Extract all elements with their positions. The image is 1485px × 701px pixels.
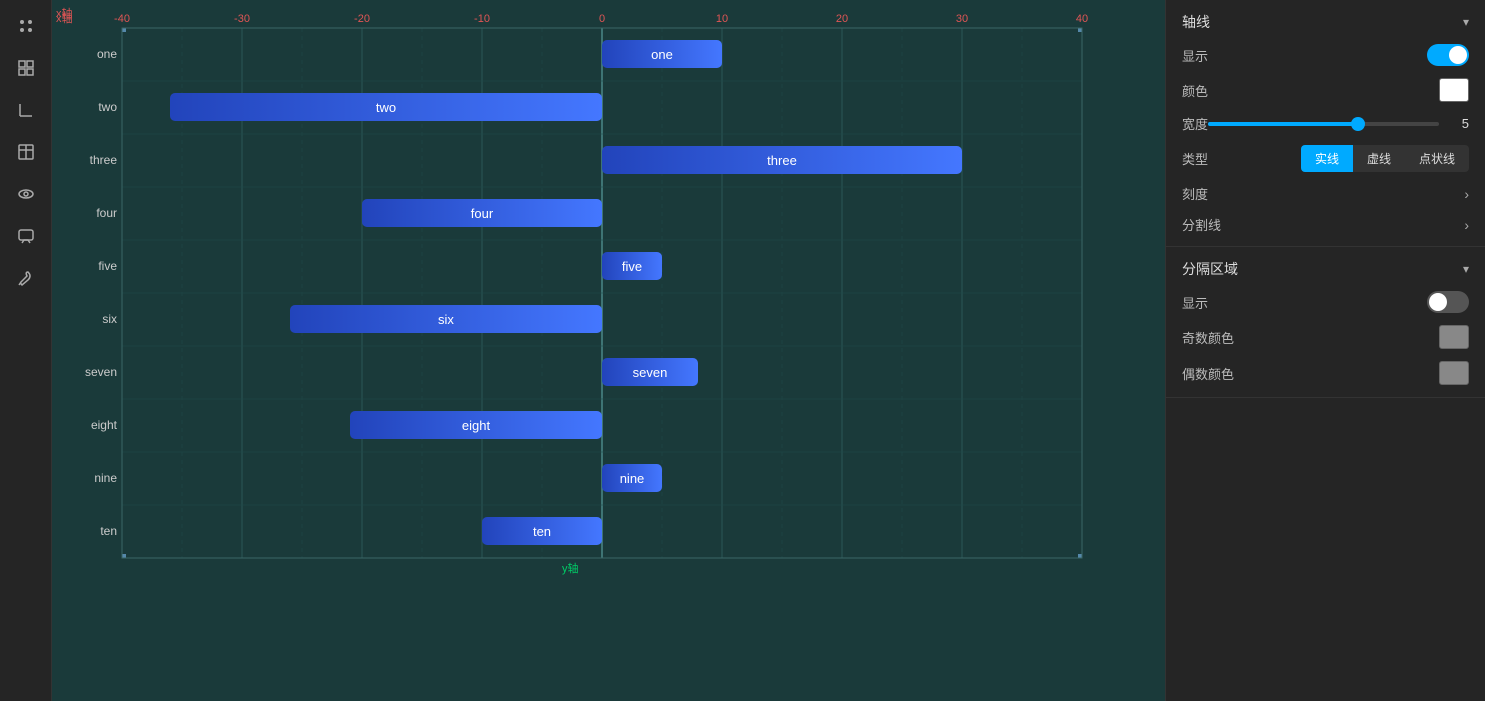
show-toggle[interactable] xyxy=(1427,44,1469,66)
tools-icon[interactable] xyxy=(8,260,44,296)
svg-text:two: two xyxy=(98,100,117,114)
odd-color-swatch[interactable] xyxy=(1439,325,1469,349)
svg-text:ten: ten xyxy=(100,524,117,538)
svg-text:five: five xyxy=(622,259,642,274)
svg-text:six: six xyxy=(102,312,117,326)
width-row: 宽度 5 xyxy=(1182,114,1469,133)
color-row: 颜色 xyxy=(1182,78,1469,102)
color-swatch[interactable] xyxy=(1439,78,1469,102)
even-color-row: 偶数颜色 xyxy=(1182,361,1469,385)
axis-section-title: 轴线 xyxy=(1182,12,1210,32)
slider-track[interactable] xyxy=(1208,122,1439,126)
svg-text:x轴: x轴 xyxy=(56,11,73,25)
svg-text:two: two xyxy=(376,100,396,115)
svg-text:one: one xyxy=(97,47,117,61)
zone-section-header[interactable]: 分隔区域 ▾ xyxy=(1182,259,1469,279)
type-solid[interactable]: 实线 xyxy=(1301,145,1353,172)
svg-text:seven: seven xyxy=(85,365,117,379)
svg-text:five: five xyxy=(98,259,117,273)
axis-section: 轴线 ▾ 显示 颜色 宽度 5 xyxy=(1166,0,1485,247)
even-color-label: 偶数颜色 xyxy=(1182,364,1234,383)
type-buttons: 实线 虚线 点状线 xyxy=(1301,145,1469,172)
odd-color-label: 奇数颜色 xyxy=(1182,328,1234,347)
grid-icon[interactable] xyxy=(8,50,44,86)
even-color-swatch[interactable] xyxy=(1439,361,1469,385)
right-panel: 轴线 ▾ 显示 颜色 宽度 5 xyxy=(1165,0,1485,701)
svg-text:four: four xyxy=(471,206,494,221)
zone-show-toggle[interactable] xyxy=(1427,291,1469,313)
svg-text:40: 40 xyxy=(1076,13,1088,25)
svg-text:-20: -20 xyxy=(354,13,370,25)
svg-text:0: 0 xyxy=(599,13,605,25)
svg-text:y轴: y轴 xyxy=(562,561,579,575)
chart-area: x轴 xyxy=(52,0,1165,701)
show-label: 显示 xyxy=(1182,46,1208,65)
slider-container: 5 xyxy=(1208,116,1469,131)
scale-arrow: › xyxy=(1464,186,1469,202)
show-toggle-knob xyxy=(1449,46,1467,64)
axis-chevron-down: ▾ xyxy=(1463,15,1469,29)
width-label: 宽度 xyxy=(1182,114,1208,133)
svg-text:three: three xyxy=(90,153,118,167)
divider-arrow: › xyxy=(1464,217,1469,233)
svg-text:eight: eight xyxy=(462,418,491,433)
group-icon[interactable] xyxy=(8,8,44,44)
zone-section: 分隔区域 ▾ 显示 奇数颜色 偶数颜色 xyxy=(1166,247,1485,398)
svg-text:ten: ten xyxy=(533,524,551,539)
type-label: 类型 xyxy=(1182,149,1208,168)
divider-row[interactable]: 分割线 › xyxy=(1182,215,1469,234)
scale-label: 刻度 xyxy=(1182,184,1208,203)
zone-toggle-knob xyxy=(1429,293,1447,311)
svg-text:seven: seven xyxy=(633,365,668,380)
svg-text:four: four xyxy=(96,206,117,220)
scale-row[interactable]: 刻度 › xyxy=(1182,184,1469,203)
zone-show-row: 显示 xyxy=(1182,291,1469,313)
svg-text:-10: -10 xyxy=(474,13,490,25)
zone-chevron-down: ▾ xyxy=(1463,262,1469,276)
zone-section-title: 分隔区域 xyxy=(1182,259,1238,279)
svg-text:three: three xyxy=(767,153,797,168)
slider-thumb[interactable] xyxy=(1351,117,1365,131)
axis-icon[interactable] xyxy=(8,92,44,128)
type-row: 类型 实线 虚线 点状线 xyxy=(1182,145,1469,172)
svg-text:30: 30 xyxy=(956,13,968,25)
svg-text:20: 20 xyxy=(836,13,848,25)
slider-fill xyxy=(1208,122,1358,126)
svg-text:10: 10 xyxy=(716,13,728,25)
svg-text:-40: -40 xyxy=(114,13,130,25)
svg-text:eight: eight xyxy=(91,418,118,432)
svg-text:six: six xyxy=(438,312,454,327)
odd-color-row: 奇数颜色 xyxy=(1182,325,1469,349)
svg-text:nine: nine xyxy=(620,471,645,486)
chat-icon[interactable] xyxy=(8,218,44,254)
chart-svg: -40 -30 -20 -10 0 10 20 30 40 x轴 one two… xyxy=(52,0,1165,701)
zone-show-label: 显示 xyxy=(1182,293,1208,312)
show-row: 显示 xyxy=(1182,44,1469,66)
type-dashed[interactable]: 虚线 xyxy=(1353,145,1405,172)
type-dotted[interactable]: 点状线 xyxy=(1405,145,1469,172)
table-icon[interactable] xyxy=(8,134,44,170)
svg-text:nine: nine xyxy=(94,471,117,485)
axis-section-header[interactable]: 轴线 ▾ xyxy=(1182,12,1469,32)
svg-text:-30: -30 xyxy=(234,13,250,25)
eye-icon[interactable] xyxy=(8,176,44,212)
divider-label: 分割线 xyxy=(1182,215,1221,234)
icon-sidebar xyxy=(0,0,52,701)
svg-text:one: one xyxy=(651,47,673,62)
width-value: 5 xyxy=(1449,116,1469,131)
color-label: 颜色 xyxy=(1182,81,1208,100)
